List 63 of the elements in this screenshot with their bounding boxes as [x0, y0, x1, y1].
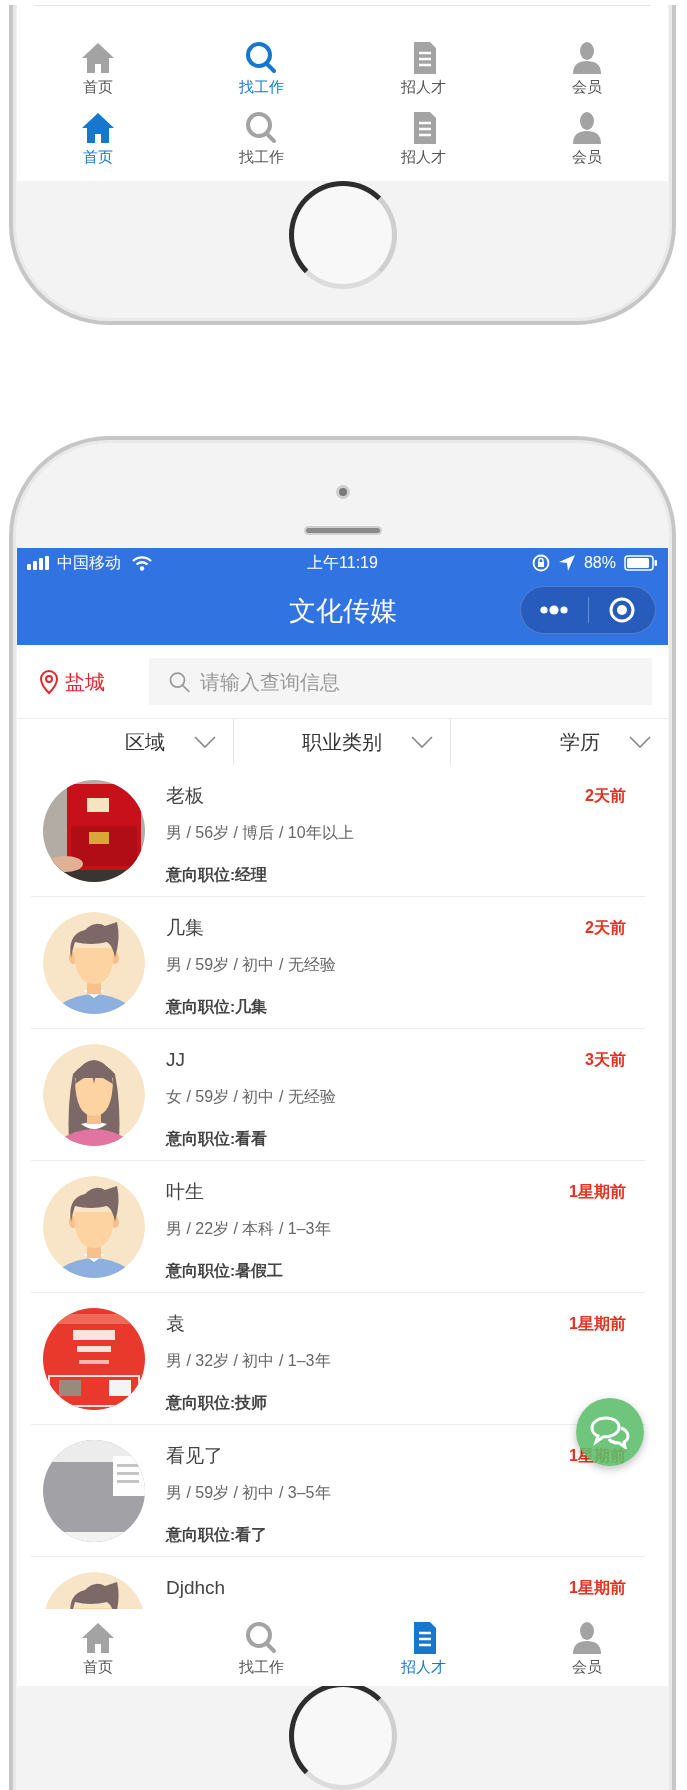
filter-dropdown[interactable]: 区域 [17, 719, 234, 765]
search-input[interactable]: 请输入查询信息 [197, 665, 652, 698]
posted-time: 2天前 [585, 786, 626, 806]
desired-position: 意向职位:暑假工 [166, 1261, 285, 1281]
candidate-name: 老板 [166, 783, 204, 808]
camera-icon [335, 485, 350, 499]
candidate-details: 男 / 32岁 / 初中 / 1–3年 [166, 1351, 332, 1371]
candidate-name: 几集 [166, 915, 204, 940]
tab[interactable]: 首页 [17, 100, 180, 176]
posted-time: 1星期前 [569, 1314, 626, 1334]
battery-icon [624, 555, 658, 571]
chevron-down-icon [193, 735, 217, 749]
candidate-name: 袁 [166, 1311, 185, 1336]
chevron-down-icon [410, 735, 434, 749]
candidate-details: 女 / 59岁 / 初中 / 无经验 [166, 1087, 337, 1107]
tab[interactable]: 找工作 [179, 100, 343, 176]
filter-dropdown[interactable]: 学历 [451, 719, 668, 765]
tab[interactable]: 找工作 [179, 1609, 343, 1686]
tab[interactable]: 首页 [17, 1609, 180, 1686]
chevron-down-icon [628, 735, 652, 749]
status-time: 上午11:19 [307, 553, 378, 573]
carrier-name: 中国移动 [57, 553, 121, 573]
tab[interactable]: 首页 [17, 35, 180, 100]
desired-position: 意向职位:几集 [166, 997, 269, 1017]
tab[interactable]: 招人才 [342, 35, 506, 100]
avatar-icon [43, 1176, 145, 1278]
desired-position: 意向职位:看了 [166, 1525, 269, 1545]
more-icon [539, 604, 570, 616]
wifi-icon [131, 555, 153, 571]
page-title: 文化传媒 [288, 595, 397, 629]
posted-time: 1星期前 [569, 1182, 626, 1202]
candidate-name: JJ [166, 1047, 185, 1072]
tab[interactable]: 会员 [505, 1609, 668, 1686]
candidate-details: 男 / 56岁 / 博后 / 10年以上 [166, 823, 355, 843]
tab[interactable]: 会员 [505, 35, 668, 100]
candidate-details: 男 / 22岁 / 本科 / 1–3年 [166, 1219, 332, 1239]
filter-dropdown[interactable]: 职业类别 [234, 719, 451, 765]
tab[interactable]: 招人才 [342, 100, 506, 176]
candidate-name: 看见了 [166, 1443, 223, 1468]
avatar-icon [43, 1044, 145, 1146]
candidate-name: 叶生 [166, 1179, 204, 1204]
posted-time: 3天前 [585, 1050, 626, 1070]
desired-position: 意向职位:经理 [166, 865, 269, 885]
candidate-details: 男 / 59岁 / 初中 / 3–5年 [166, 1483, 332, 1503]
tab[interactable]: 招人才 [342, 1609, 506, 1686]
location-button[interactable]: 盐城 [39, 666, 149, 697]
desired-position: 意向职位:技师 [166, 1393, 269, 1413]
target-icon [608, 597, 635, 623]
tab[interactable]: 找工作 [179, 35, 343, 100]
location-pin-icon [39, 668, 59, 695]
posted-time: 2天前 [585, 918, 626, 938]
candidate-details: 男 / 59岁 / 初中 / 无经验 [166, 955, 337, 975]
avatar-icon [43, 912, 145, 1014]
location-arrow-icon [557, 554, 576, 572]
battery-percent: 88% [583, 553, 616, 573]
chat-icon [590, 1415, 630, 1449]
rotation-lock-icon [531, 554, 550, 572]
candidate-name: Djdhch [166, 1575, 226, 1600]
tab[interactable]: 会员 [505, 100, 668, 176]
search-icon [169, 670, 190, 693]
desired-position: 意向职位:看看 [166, 1129, 269, 1149]
search-field[interactable]: 请输入查询信息 [149, 658, 652, 705]
posted-time: 1星期前 [569, 1578, 626, 1598]
